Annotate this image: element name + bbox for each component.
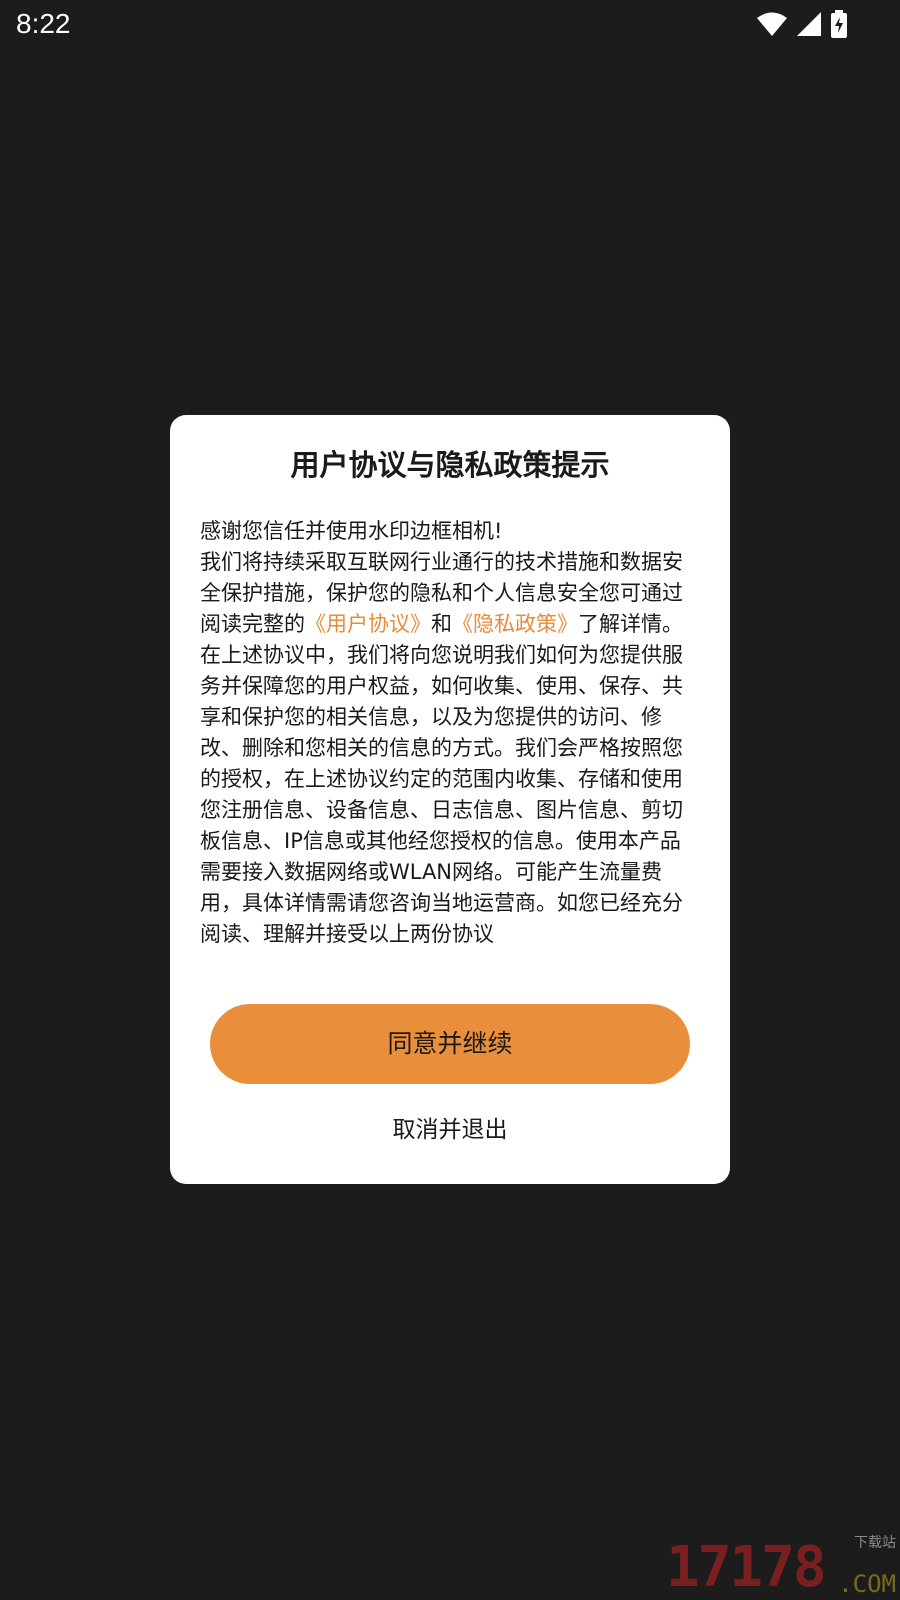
cancel-button[interactable]: 取消并退出 (310, 1105, 590, 1155)
paragraph-1-end: 了解详情。 (578, 612, 683, 636)
user-agreement-link[interactable]: 《用户协议》 (305, 612, 431, 636)
watermark-label: 下载站 (854, 1535, 896, 1551)
dialog-body-text: 感谢您信任并使用水印边框相机! 我们将持续采取互联网行业通行的技术措施和数据安全… (200, 516, 690, 950)
watermark-suffix: .COM (838, 1570, 896, 1598)
dialog-title: 用户协议与隐私政策提示 (290, 448, 610, 482)
battery-charging-icon (830, 10, 848, 38)
paragraph-2: 在上述协议中，我们将向您说明我们如何为您提供服务并保障您的用户权益，如何收集、使… (200, 643, 683, 946)
privacy-policy-link[interactable]: 《隐私政策》 (452, 612, 578, 636)
paragraph-1: 我们将持续采取互联网行业通行的技术措施和数据安全保护措施，保护您的隐私和个人信息… (200, 547, 690, 640)
wifi-icon (756, 11, 788, 37)
and-text: 和 (431, 612, 452, 636)
status-time: 8:22 (16, 8, 71, 39)
watermark-digits: 17178 (666, 1535, 827, 1600)
signal-icon (796, 11, 822, 37)
privacy-dialog: 用户协议与隐私政策提示 感谢您信任并使用水印边框相机! 我们将持续采取互联网行业… (170, 415, 730, 1184)
status-icons (756, 10, 848, 38)
status-bar: 8:22 (0, 0, 900, 50)
intro-text: 感谢您信任并使用水印边框相机! (200, 519, 503, 543)
agree-button[interactable]: 同意并继续 (210, 1004, 690, 1084)
body-fade (200, 956, 690, 978)
site-watermark: 17178 下载站 .COM (666, 1534, 896, 1598)
dialog-body-scroll[interactable]: 感谢您信任并使用水印边框相机! 我们将持续采取互联网行业通行的技术措施和数据安全… (200, 516, 690, 978)
